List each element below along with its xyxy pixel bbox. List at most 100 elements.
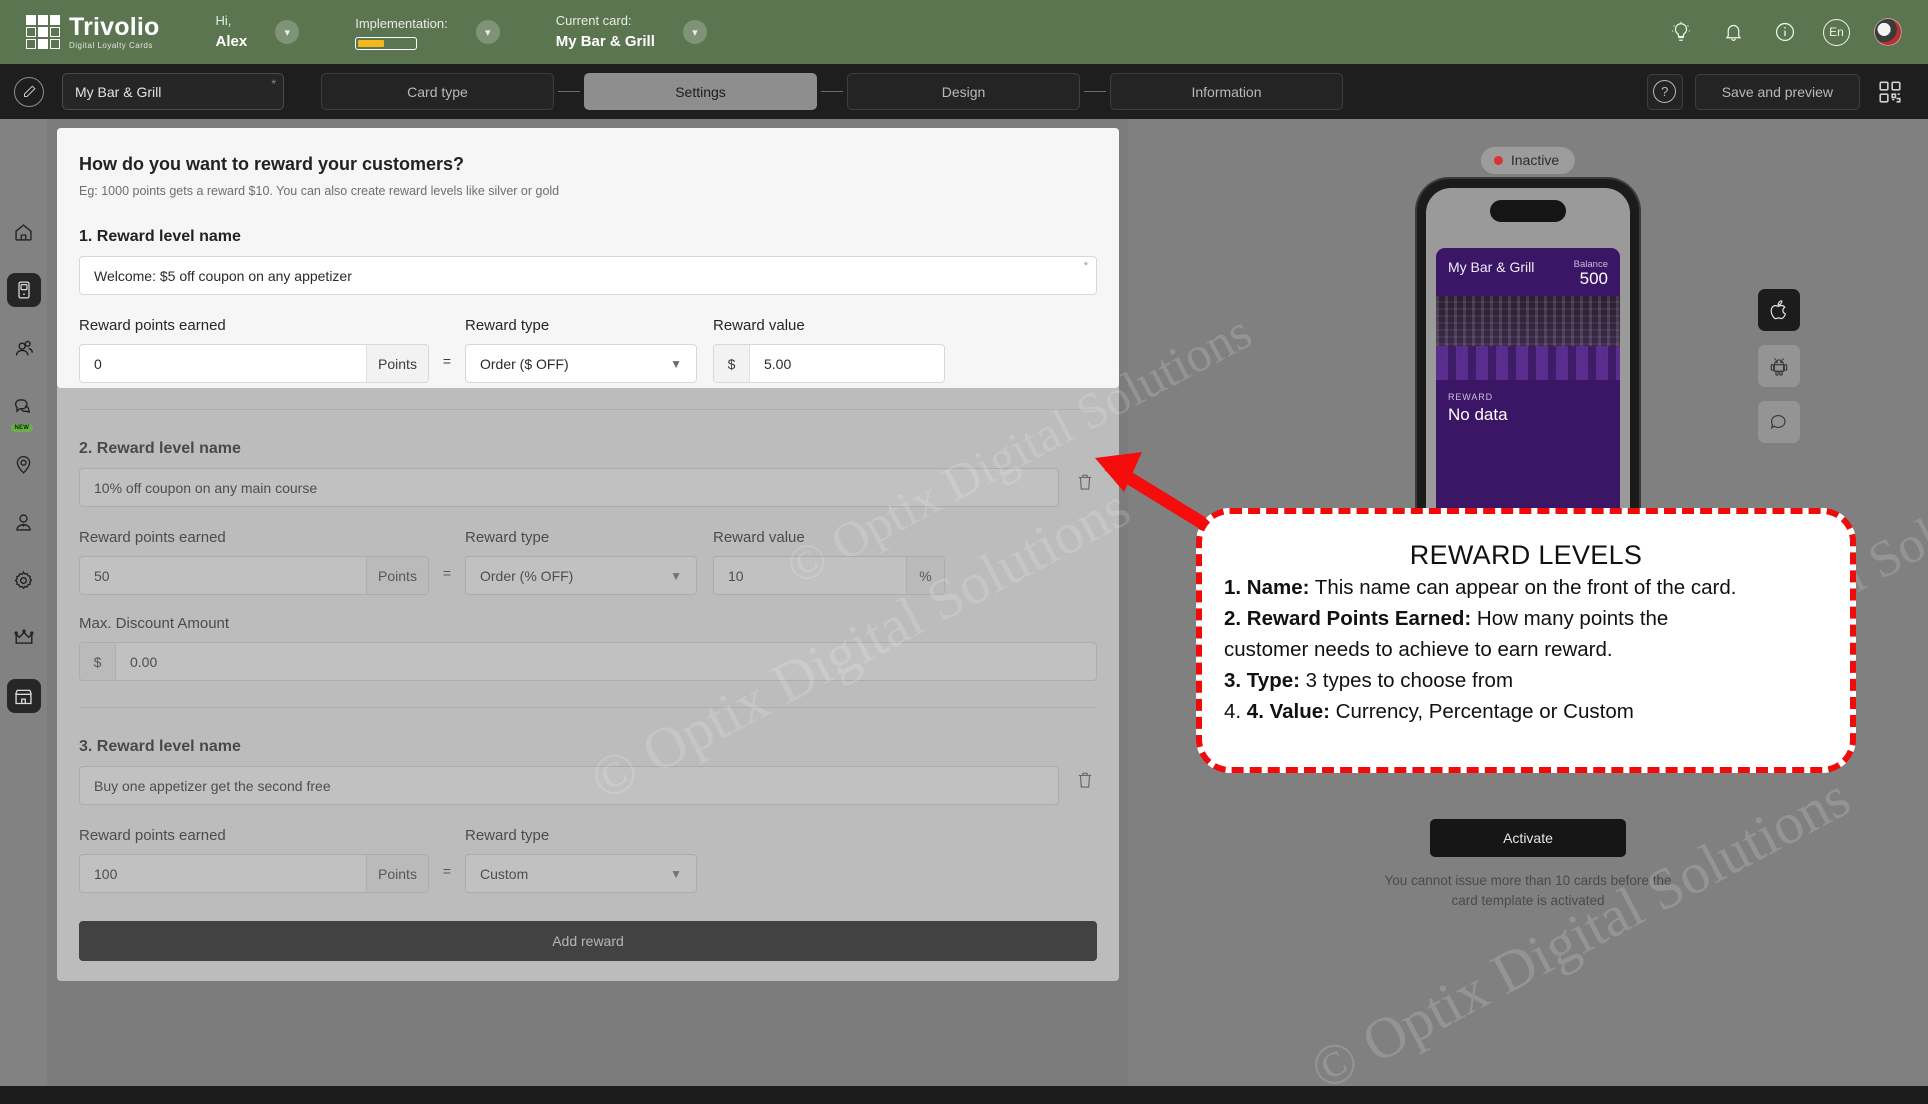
- logo-name: Trivolio: [69, 12, 160, 41]
- reward-level-fields: Reward points earned 100 Points = Reward…: [79, 827, 1097, 893]
- reward-level-name-input[interactable]: Buy one appetizer get the second free: [79, 766, 1059, 805]
- points-earned-label: Reward points earned: [79, 317, 226, 334]
- points-earned-value: 100: [94, 865, 118, 882]
- app-logo[interactable]: Trivolio Digital Loyalty Cards: [26, 12, 160, 50]
- annotation-callout: REWARD LEVELS 1. Name: This name can app…: [1196, 508, 1856, 773]
- chevron-down-icon: ▼: [670, 356, 682, 371]
- implementation-block: Implementation: ▾: [355, 14, 500, 50]
- reward-type-label: Reward type: [465, 317, 550, 334]
- reward-level-name-input-highlight[interactable]: Welcome: $5 off coupon on any appetizer …: [79, 256, 1097, 295]
- callout-line-1: 1. Name: This name can appear on the fro…: [1224, 573, 1828, 602]
- reward-type-label: Reward type: [465, 529, 550, 546]
- card-brand-name: My Bar & Grill: [1448, 259, 1535, 275]
- percent-suffix: %: [906, 557, 944, 594]
- sidebar-item-cards[interactable]: [6, 273, 41, 307]
- activate-button[interactable]: Activate: [1430, 819, 1626, 857]
- callout-line-1-bold: 1. Name:: [1224, 576, 1310, 599]
- qr-code-icon[interactable]: [1872, 74, 1908, 110]
- sidebar-item-staff[interactable]: [7, 505, 41, 539]
- points-earned-value: 0: [94, 355, 102, 372]
- avatar[interactable]: [1874, 18, 1902, 46]
- sidebar-item-customers[interactable]: [7, 331, 41, 365]
- sidebar-item-store[interactable]: [6, 679, 41, 713]
- reward-level-name-value: Welcome: $5 off coupon on any appetizer: [94, 267, 352, 284]
- reward-level-heading-highlight: 1. Reward level name: [79, 228, 241, 245]
- wizard-steps: Card type Settings Design Information: [321, 73, 1343, 110]
- points-earned-input[interactable]: 100 Points: [79, 854, 429, 893]
- callout-line-4-rest: 3 types to choose from: [1299, 669, 1514, 693]
- max-discount-value: 0.00: [130, 653, 158, 670]
- equals-sign: =: [442, 353, 452, 369]
- greeting-chevron-down-icon[interactable]: ▾: [275, 20, 300, 44]
- card-hero-image: [1436, 295, 1620, 380]
- chat-icon[interactable]: [1758, 401, 1800, 443]
- sidebar-item-locations[interactable]: [7, 447, 41, 481]
- card-name-value: My Bar & Grill: [75, 83, 162, 100]
- callout-line-1-rest: This name can appear on the front of the…: [1309, 576, 1737, 599]
- left-sidebar: NEW: [0, 119, 47, 1086]
- tab-settings[interactable]: Settings: [584, 73, 817, 110]
- page-title-highlight: How do you want to reward your customers…: [79, 154, 465, 174]
- language-icon[interactable]: En: [1823, 18, 1850, 46]
- required-marker: *: [271, 77, 276, 91]
- lightbulb-icon[interactable]: [1667, 18, 1695, 46]
- sidebar-item-messages[interactable]: NEW: [7, 389, 41, 432]
- tab-card-type[interactable]: Card type: [321, 73, 554, 110]
- chevron-down-icon: ▼: [670, 568, 682, 583]
- step-divider: [1084, 91, 1106, 92]
- max-discount-input[interactable]: $ 0.00: [79, 642, 1097, 681]
- points-earned-input[interactable]: 0 Points: [79, 344, 429, 383]
- tab-design[interactable]: Design: [847, 73, 1080, 110]
- info-icon[interactable]: [1771, 18, 1799, 46]
- equals-sign: =: [442, 863, 452, 879]
- points-earned-input[interactable]: 50 Points: [79, 556, 429, 595]
- required-marker: *: [1083, 260, 1088, 272]
- current-card-label: Current card:: [555, 13, 632, 28]
- reward-value-label: Reward value: [713, 529, 805, 546]
- sidebar-item-subscription[interactable]: [7, 621, 41, 655]
- current-card-block: Current card: My Bar & Grill ▾: [556, 11, 707, 53]
- sidebar-item-home[interactable]: [7, 215, 41, 249]
- delete-reward-level-icon[interactable]: [1075, 470, 1097, 496]
- help-button[interactable]: ?: [1646, 73, 1683, 110]
- reward-type-value: Order ($ OFF): [480, 355, 569, 372]
- callout-line-5-rest: Currency, Percentage or Custom: [1329, 700, 1634, 724]
- points-earned-label: Reward points earned: [79, 529, 226, 546]
- current-card-chevron-down-icon[interactable]: ▾: [682, 20, 707, 44]
- apple-icon[interactable]: [1758, 289, 1800, 331]
- callout-line-2-bold: 2. Reward Points Earned:: [1224, 607, 1472, 631]
- sidebar-item-settings[interactable]: [7, 563, 41, 597]
- tab-information[interactable]: Information: [1110, 73, 1343, 110]
- reward-value-input[interactable]: 10 %: [713, 556, 945, 595]
- greeting-block: Hi, Alex ▾: [216, 11, 300, 53]
- edit-pencil-icon[interactable]: [14, 76, 44, 107]
- reward-level-name-input[interactable]: 10% off coupon on any main course: [79, 468, 1059, 507]
- add-reward-button[interactable]: Add reward: [79, 921, 1097, 961]
- card-name-input[interactable]: My Bar & Grill *: [62, 73, 284, 110]
- delete-reward-level-icon[interactable]: [1075, 768, 1097, 794]
- callout-title: REWARD LEVELS: [1409, 540, 1643, 570]
- step-divider: [821, 91, 843, 92]
- bell-icon[interactable]: [1719, 18, 1747, 46]
- save-and-preview-button[interactable]: Save and preview: [1694, 73, 1860, 110]
- toolbar-actions: ? Save and preview: [1646, 73, 1908, 110]
- reward-type-select[interactable]: Order (% OFF) ▼: [465, 556, 697, 595]
- callout-line-3-rest: customer needs to achieve to earn reward…: [1224, 638, 1613, 662]
- logo-grid-icon: [26, 15, 60, 49]
- implementation-chevron-down-icon[interactable]: ▾: [475, 20, 500, 44]
- reward-level-heading: 2. Reward level name: [79, 440, 241, 457]
- reward-type-select[interactable]: Custom ▼: [465, 854, 697, 893]
- reward-type-select[interactable]: Order ($ OFF) ▼: [465, 344, 697, 383]
- android-icon[interactable]: [1758, 345, 1800, 387]
- step-divider: [558, 91, 580, 92]
- reward-value-input[interactable]: $ 5.00: [713, 344, 945, 383]
- callout-line-5-lead: 4.: [1224, 700, 1247, 724]
- section-divider: [79, 707, 1097, 708]
- callout-line-4-bold: 3. Type:: [1224, 669, 1300, 693]
- top-header: Trivolio Digital Loyalty Cards Hi, Alex …: [0, 0, 1928, 64]
- current-card-value: My Bar & Grill: [555, 32, 655, 50]
- points-suffix: Points: [366, 345, 428, 382]
- platform-switcher: [1758, 289, 1800, 443]
- max-discount-block: Max. Discount Amount $ 0.00: [79, 615, 1097, 681]
- phone-notch: [1490, 200, 1566, 222]
